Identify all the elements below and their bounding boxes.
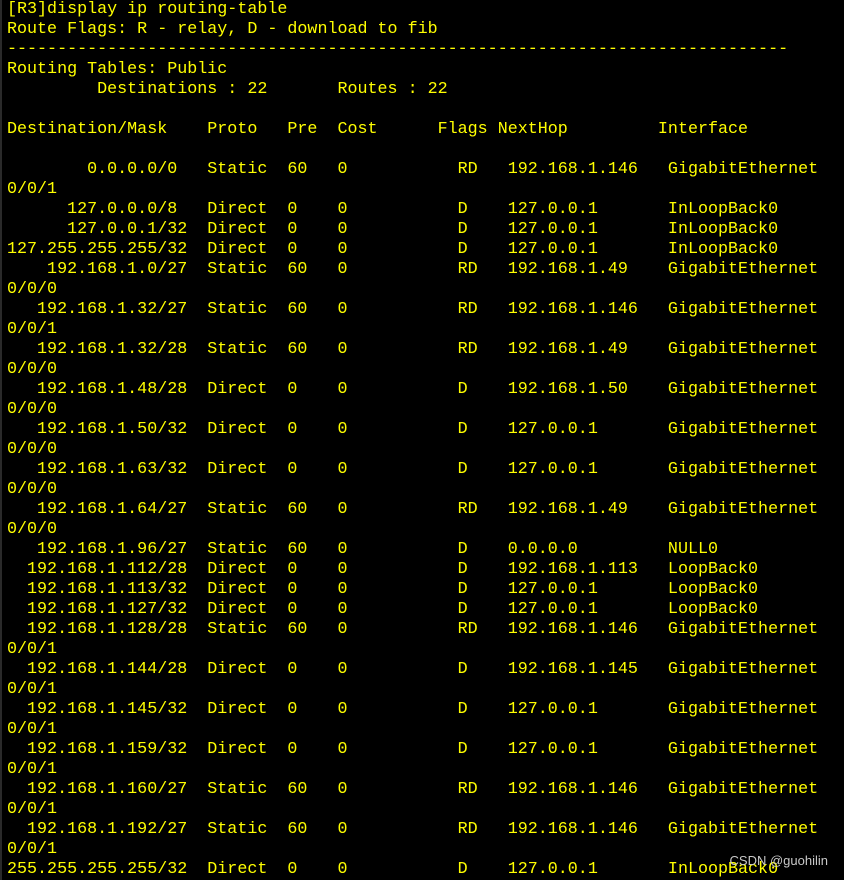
terminal-window[interactable]: [R3]display ip routing-table Route Flags:… (0, 0, 844, 880)
terminal-line: 192.168.1.160/27 Static 60 0 RD 192.168.… (7, 780, 819, 799)
terminal-line: 127.0.0.0/8 Direct 0 0 D 127.0.0.1 InLoo… (7, 200, 779, 219)
terminal-line: 0/0/0 (7, 520, 58, 539)
terminal-line: 0/0/1 (7, 680, 58, 699)
terminal-line: 0/0/1 (7, 720, 58, 739)
terminal-line: 0/0/1 (7, 760, 58, 779)
terminal-line: Destinations : 22 Routes : 22 (7, 80, 448, 99)
terminal-line: 192.168.1.32/28 Static 60 0 RD 192.168.1… (7, 340, 819, 359)
terminal-line: 192.168.1.96/27 Static 60 0 D 0.0.0.0 NU… (7, 540, 719, 559)
terminal-line: 192.168.1.63/32 Direct 0 0 D 127.0.0.1 G… (7, 460, 819, 479)
terminal-line: 0/0/1 (7, 320, 58, 339)
terminal-line: [R3]display ip routing-table (7, 0, 288, 19)
terminal-line: 0/0/0 (7, 400, 58, 419)
terminal-line: 0/0/1 (7, 800, 58, 819)
terminal-line: 192.168.1.50/32 Direct 0 0 D 127.0.0.1 G… (7, 420, 819, 439)
terminal-line: 192.168.1.0/27 Static 60 0 RD 192.168.1.… (7, 260, 819, 279)
terminal-line: 192.168.1.192/27 Static 60 0 RD 192.168.… (7, 820, 819, 839)
terminal-line: 192.168.1.127/32 Direct 0 0 D 127.0.0.1 … (7, 600, 759, 619)
terminal-line: 192.168.1.159/32 Direct 0 0 D 127.0.0.1 … (7, 740, 819, 759)
terminal-line: 0.0.0.0/0 Static 60 0 RD 192.168.1.146 G… (7, 160, 819, 179)
terminal-line: 192.168.1.48/28 Direct 0 0 D 192.168.1.5… (7, 380, 819, 399)
terminal-line: Routing Tables: Public (7, 60, 228, 79)
terminal-line: 192.168.1.128/28 Static 60 0 RD 192.168.… (7, 620, 819, 639)
terminal-line: 255.255.255.255/32 Direct 0 0 D 127.0.0.… (7, 860, 779, 879)
terminal-line: Destination/Mask Proto Pre Cost Flags Ne… (7, 120, 749, 139)
terminal-line: 127.255.255.255/32 Direct 0 0 D 127.0.0.… (7, 240, 779, 259)
terminal-line: 0/0/0 (7, 480, 58, 499)
terminal-line: 0/0/0 (7, 440, 58, 459)
terminal-line: 127.0.0.1/32 Direct 0 0 D 127.0.0.1 InLo… (7, 220, 779, 239)
terminal-line: 192.168.1.32/27 Static 60 0 RD 192.168.1… (7, 300, 819, 319)
terminal-line: 192.168.1.112/28 Direct 0 0 D 192.168.1.… (7, 560, 759, 579)
terminal-line: 192.168.1.64/27 Static 60 0 RD 192.168.1… (7, 500, 819, 519)
terminal-line: 192.168.1.144/28 Direct 0 0 D 192.168.1.… (7, 660, 819, 679)
terminal-line: ----------------------------------------… (7, 40, 789, 59)
terminal-line: 0/0/1 (7, 180, 58, 199)
watermark: CSDN @guohilin (729, 853, 828, 868)
terminal-line: 0/0/1 (7, 640, 58, 659)
terminal-line: Route Flags: R - relay, D - download to … (7, 20, 438, 39)
terminal-line: 192.168.1.145/32 Direct 0 0 D 127.0.0.1 … (7, 700, 819, 719)
terminal-line: 0/0/1 (7, 840, 58, 859)
terminal-line: 0/0/0 (7, 280, 58, 299)
terminal-line: 0/0/0 (7, 360, 58, 379)
terminal-line: 192.168.1.113/32 Direct 0 0 D 127.0.0.1 … (7, 580, 759, 599)
